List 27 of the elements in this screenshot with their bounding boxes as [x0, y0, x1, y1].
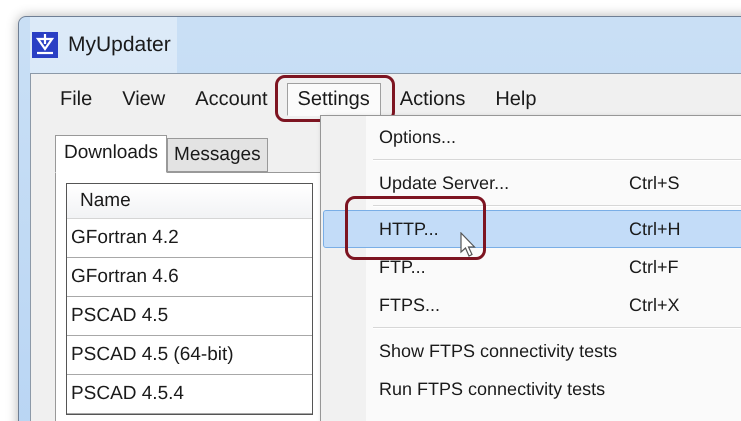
- menu-item[interactable]: File: [49, 82, 104, 116]
- table-cell[interactable]: GFortran 4.2: [67, 219, 312, 258]
- table-cell[interactable]: GFortran 4.6: [67, 258, 312, 297]
- app-icon: [32, 32, 58, 58]
- menu-option[interactable]: FTP... Ctrl+F: [323, 248, 741, 286]
- menu-option[interactable]: FTPS... Ctrl+X: [323, 286, 741, 324]
- menu-option[interactable]: HTTP... Ctrl+H: [323, 210, 741, 248]
- table-cell[interactable]: PSCAD 4.5: [67, 297, 312, 336]
- menu-item[interactable]: Actions: [388, 82, 476, 116]
- menu-option[interactable]: Update Server... Ctrl+S: [323, 164, 741, 202]
- mouse-cursor-icon: [460, 232, 476, 258]
- shortcut-text: Ctrl+H: [629, 219, 681, 239]
- menu-option[interactable]: Show FTPS connectivity tests: [323, 332, 741, 370]
- menu-item[interactable]: Help: [484, 82, 548, 116]
- table-cell[interactable]: PSCAD 4.5 (64-bit): [67, 336, 312, 375]
- window-title: MyUpdater: [68, 33, 171, 57]
- tab[interactable]: Messages: [167, 138, 268, 172]
- tab[interactable]: Downloads: [55, 135, 167, 173]
- menu-item[interactable]: Account: [184, 82, 278, 116]
- menu-item[interactable]: Settings: [286, 82, 381, 116]
- menu-option[interactable]: Run FTPS connectivity tests: [323, 370, 741, 408]
- menu-item[interactable]: View: [111, 82, 176, 116]
- shortcut-text: Ctrl+S: [629, 173, 680, 193]
- shortcut-text: Ctrl+X: [629, 295, 680, 315]
- table-cell[interactable]: PSCAD 4.5.4: [67, 375, 312, 414]
- shortcut-text: Ctrl+F: [629, 257, 678, 277]
- menu-option[interactable]: Options...: [323, 118, 741, 156]
